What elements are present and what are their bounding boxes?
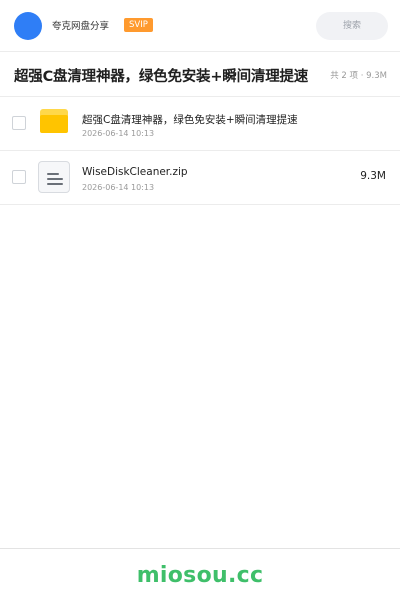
file-name[interactable]: WiseDiskCleaner.zip [82, 166, 188, 178]
file-row[interactable]: 超强C盘清理神器，绿色免安装+瞬间清理提速 2026-06-14 10:13 [0, 97, 400, 151]
item-count: 共 2 项 · 9.3M [330, 71, 387, 81]
search-button[interactable]: 搜索 [316, 12, 388, 40]
share-name: 夸克网盘分享 [52, 21, 110, 32]
avatar[interactable] [14, 12, 42, 40]
page-title: 超强C盘清理神器，绿色免安装+瞬间清理提速 [14, 69, 309, 85]
brand-logo-text[interactable]: miosou.cc [0, 563, 400, 588]
zip-file-icon [38, 161, 70, 193]
svip-badge: SVIP [124, 18, 153, 32]
footer: miosou.cc [0, 548, 400, 600]
folder-title-bar: 超强C盘清理神器，绿色免安装+瞬间清理提速 共 2 项 · 9.3M [0, 53, 400, 97]
file-date: 2026-06-14 10:13 [82, 129, 155, 138]
row-checkbox[interactable] [12, 170, 26, 184]
folder-icon [40, 109, 68, 133]
file-row[interactable]: WiseDiskCleaner.zip 2026-06-14 10:13 9.3… [0, 151, 400, 205]
row-checkbox[interactable] [12, 116, 26, 130]
file-size: 9.3M [360, 170, 386, 182]
file-name[interactable]: 超强C盘清理神器，绿色免安装+瞬间清理提速 [82, 112, 298, 127]
file-date: 2026-06-14 10:13 [82, 183, 155, 192]
share-header: 夸克网盘分享 SVIP 搜索 [0, 0, 400, 52]
